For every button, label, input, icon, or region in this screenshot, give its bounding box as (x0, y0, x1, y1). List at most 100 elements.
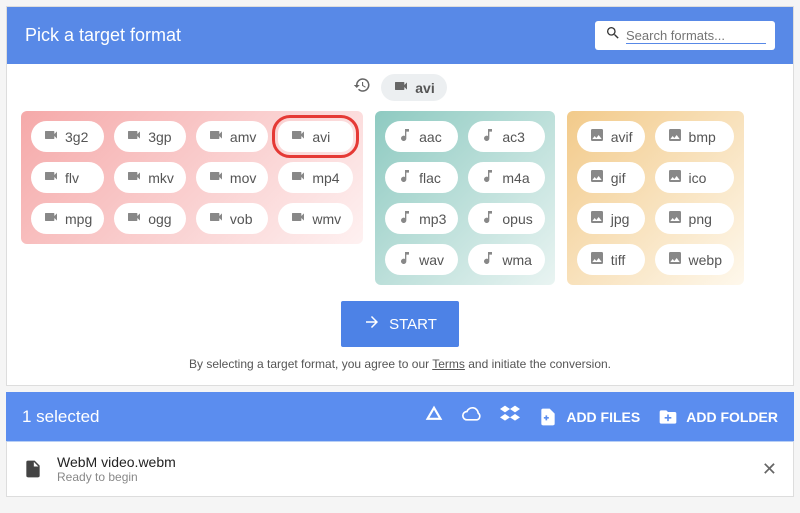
format-chip-m4a[interactable]: m4a (468, 162, 544, 193)
image-icon (667, 168, 683, 187)
image-icon (589, 209, 605, 228)
disclaimer: By selecting a target format, you agree … (7, 357, 793, 385)
format-chip-label: avi (312, 129, 330, 145)
format-chip-label: 3gp (148, 129, 171, 145)
file-name: WebM video.webm (57, 454, 748, 470)
format-chip-amv[interactable]: amv (196, 121, 268, 152)
format-chip-ico[interactable]: ico (655, 162, 734, 193)
format-chip-tiff[interactable]: tiff (577, 244, 645, 275)
image-icon (589, 168, 605, 187)
music-note-icon (480, 127, 496, 146)
format-group-image: avif bmp gif ico jpg png tiff webp (567, 111, 744, 285)
music-note-icon (397, 127, 413, 146)
onedrive-icon[interactable] (462, 404, 482, 429)
videocam-icon (393, 78, 409, 97)
format-chip-mp4[interactable]: mp4 (278, 162, 353, 193)
format-chip-label: tiff (611, 252, 626, 268)
format-chip-label: bmp (689, 129, 716, 145)
format-chip-wav[interactable]: wav (385, 244, 458, 275)
format-chip-label: opus (502, 211, 532, 227)
videocam-icon (208, 168, 224, 187)
videocam-icon (43, 209, 59, 228)
dropbox-icon[interactable] (500, 404, 520, 429)
format-chip-3g2[interactable]: 3g2 (31, 121, 104, 152)
add-folder-button[interactable]: ADD FOLDER (658, 407, 778, 427)
format-chip-jpg[interactable]: jpg (577, 203, 645, 234)
music-note-icon (397, 250, 413, 269)
format-chip-gif[interactable]: gif (577, 162, 645, 193)
format-chip-avi[interactable]: avi (278, 121, 353, 152)
music-note-icon (397, 168, 413, 187)
file-icon (23, 459, 43, 479)
image-icon (667, 250, 683, 269)
format-chip-vob[interactable]: vob (196, 203, 268, 234)
videocam-icon (208, 209, 224, 228)
format-chip-png[interactable]: png (655, 203, 734, 234)
format-chip-label: mov (230, 170, 256, 186)
format-chip-label: aac (419, 129, 442, 145)
start-button[interactable]: START (341, 301, 459, 347)
add-files-label: ADD FILES (566, 409, 640, 425)
format-chip-mpg[interactable]: mpg (31, 203, 104, 234)
history-chip-label: avi (415, 80, 434, 96)
music-note-icon (480, 209, 496, 228)
format-chip-label: ogg (148, 211, 171, 227)
format-chip-ogg[interactable]: ogg (114, 203, 186, 234)
selected-count: 1 selected (22, 407, 406, 427)
format-chip-flac[interactable]: flac (385, 162, 458, 193)
format-chip-mp3[interactable]: mp3 (385, 203, 458, 234)
format-chip-label: flac (419, 170, 441, 186)
format-chip-opus[interactable]: opus (468, 203, 544, 234)
terms-link[interactable]: Terms (432, 357, 465, 371)
format-chip-label: mp3 (419, 211, 446, 227)
format-chip-flv[interactable]: flv (31, 162, 104, 193)
format-chip-label: flv (65, 170, 79, 186)
format-chip-aac[interactable]: aac (385, 121, 458, 152)
image-icon (667, 209, 683, 228)
google-drive-icon[interactable] (424, 404, 444, 429)
format-chip-mov[interactable]: mov (196, 162, 268, 193)
format-chip-label: mpg (65, 211, 92, 227)
format-chip-wmv[interactable]: wmv (278, 203, 353, 234)
format-chip-label: ico (689, 170, 707, 186)
search-input[interactable] (626, 28, 766, 44)
format-chip-mkv[interactable]: mkv (114, 162, 186, 193)
format-chip-ac3[interactable]: ac3 (468, 121, 544, 152)
videocam-icon (290, 209, 306, 228)
format-chip-3gp[interactable]: 3gp (114, 121, 186, 152)
format-chip-label: amv (230, 129, 256, 145)
format-chip-label: webp (689, 252, 722, 268)
format-chip-label: png (689, 211, 712, 227)
history-chip-avi[interactable]: avi (381, 74, 446, 101)
videocam-icon (43, 168, 59, 187)
format-chip-wma[interactable]: wma (468, 244, 544, 275)
format-chip-label: avif (611, 129, 633, 145)
format-chip-bmp[interactable]: bmp (655, 121, 734, 152)
file-status: Ready to begin (57, 470, 748, 484)
search-icon (605, 25, 626, 46)
format-chip-label: vob (230, 211, 253, 227)
format-chip-label: jpg (611, 211, 630, 227)
format-chip-webp[interactable]: webp (655, 244, 734, 275)
add-files-button[interactable]: ADD FILES (538, 407, 640, 427)
music-note-icon (397, 209, 413, 228)
format-chip-label: wmv (312, 211, 341, 227)
start-button-label: START (389, 316, 437, 333)
format-group-audio: aac ac3 flac m4a mp3 opus wav wma (375, 111, 555, 285)
search-box[interactable] (595, 21, 775, 50)
file-row: WebM video.webm Ready to begin ✕ (6, 441, 794, 497)
format-chip-label: gif (611, 170, 626, 186)
videocam-icon (126, 209, 142, 228)
history-icon[interactable] (353, 76, 371, 99)
add-folder-label: ADD FOLDER (686, 409, 778, 425)
format-chip-label: wav (419, 252, 444, 268)
format-chip-label: ac3 (502, 129, 525, 145)
format-chip-label: mp4 (312, 170, 339, 186)
videocam-icon (208, 127, 224, 146)
music-note-icon (480, 168, 496, 187)
format-chip-label: 3g2 (65, 129, 88, 145)
music-note-icon (480, 250, 496, 269)
format-chip-avif[interactable]: avif (577, 121, 645, 152)
close-icon[interactable]: ✕ (762, 459, 777, 480)
image-icon (667, 127, 683, 146)
